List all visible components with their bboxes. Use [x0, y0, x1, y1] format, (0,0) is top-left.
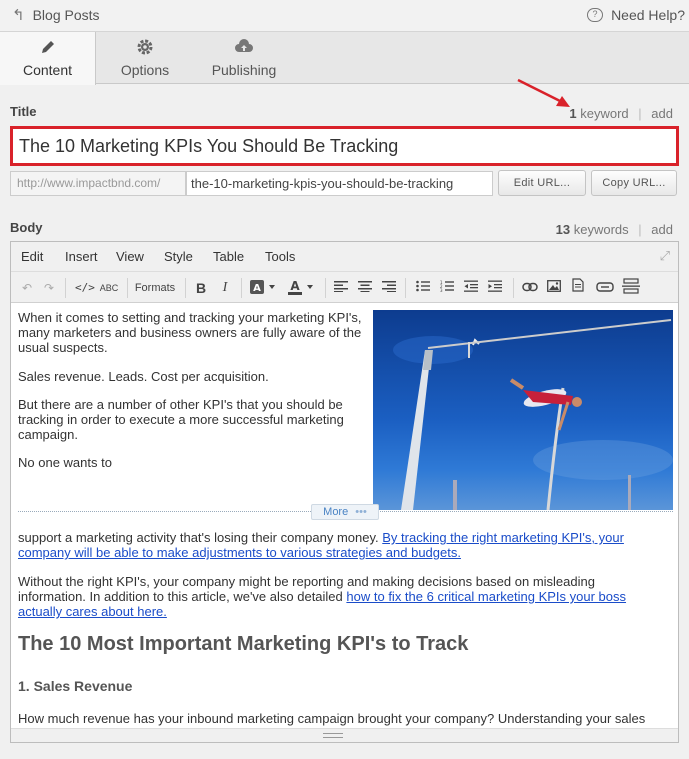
fix-kpis-link[interactable]: how to fix the 6 critical marketing KPIs…	[346, 589, 626, 604]
undo-icon[interactable]: ↶	[19, 278, 35, 298]
outdent-icon[interactable]	[463, 278, 479, 298]
back-to-blog-posts[interactable]: ↰ Blog Posts	[12, 6, 100, 24]
svg-text:A: A	[253, 283, 261, 294]
paragraph-intro: When it comes to setting and tracking yo…	[18, 310, 362, 355]
link-icon[interactable]	[521, 278, 539, 298]
title-keyword-label[interactable]: keyword	[580, 106, 628, 121]
tab-options-label: Options	[120, 62, 170, 78]
url-slug-field[interactable]: the-10-marketing-kpis-you-should-be-trac…	[186, 171, 493, 196]
editor-resize-handle[interactable]	[11, 728, 678, 742]
svg-text:A: A	[290, 279, 300, 293]
edit-url-button[interactable]: Edit URL...	[498, 170, 586, 196]
body-add-keyword[interactable]: add	[651, 222, 673, 237]
body-keyword-label[interactable]: keywords	[574, 222, 629, 237]
background-color-icon[interactable]: A	[249, 278, 279, 298]
redo-icon[interactable]: ↷	[41, 278, 57, 298]
more-dots-icon: •••	[355, 506, 367, 518]
align-left-icon[interactable]	[333, 278, 349, 298]
body-keyword-counter: 13 keywords | add	[555, 222, 673, 237]
chat-question-icon: ?	[587, 8, 604, 22]
heading-sales-revenue: 1. Sales Revenue	[18, 678, 133, 694]
tracking-kpis-link[interactable]: By tracking the right marketing KPI's, y…	[382, 530, 624, 545]
pole-vault-photo[interactable]	[373, 310, 673, 510]
help-label: Need Help?	[611, 7, 685, 23]
editor-content[interactable]: When it comes to setting and tracking yo…	[11, 304, 678, 730]
body-label: Body	[10, 220, 43, 235]
svg-text:3: 3	[440, 288, 443, 292]
rich-text-editor: Edit Insert View Style Table Tools ⤢ ↶ ↷…	[10, 241, 679, 743]
paragraph-no-one: No one wants to	[18, 455, 112, 470]
indent-icon[interactable]	[487, 278, 503, 298]
paragraph-other-kpis: But there are a number of other KPI's th…	[18, 397, 344, 442]
editor-tabs: Content Options Publishing	[0, 32, 689, 85]
image-icon[interactable]	[545, 278, 563, 298]
body-keyword-count: 13	[555, 222, 571, 237]
gear-icon	[96, 38, 194, 62]
back-label: Blog Posts	[32, 7, 100, 23]
top-bar: ↰ Blog Posts ? Need Help?	[0, 0, 689, 32]
menu-table[interactable]: Table	[213, 249, 244, 264]
fullscreen-icon[interactable]: ⤢	[660, 248, 670, 264]
tab-content-label: Content	[22, 62, 73, 78]
need-help-link[interactable]: ? Need Help?	[587, 7, 685, 23]
more-label: More	[323, 506, 349, 518]
editor-toolbar: ↶ ↷ </> ABC Formats B I A A 123	[11, 271, 678, 303]
tab-publishing-label: Publishing	[211, 62, 277, 78]
menu-tools[interactable]: Tools	[265, 249, 295, 264]
menu-style[interactable]: Style	[164, 249, 193, 264]
tab-publishing[interactable]: Publishing	[194, 32, 294, 84]
paragraph-losing-money: support a marketing activity that's losi…	[18, 530, 624, 560]
source-code-icon[interactable]: </>	[75, 278, 95, 298]
copy-url-button[interactable]: Copy URL...	[591, 170, 677, 196]
formats-dropdown[interactable]: Formats	[133, 278, 177, 298]
paragraph-without-kpis: Without the right KPI's, your company mi…	[18, 574, 627, 619]
italic-icon[interactable]: I	[217, 278, 233, 298]
horizontal-rule-icon[interactable]	[621, 278, 641, 298]
editor-menubar: Edit Insert View Style Table Tools ⤢	[11, 242, 678, 271]
align-right-icon[interactable]	[381, 278, 397, 298]
title-keyword-counter: 1 keyword | add	[569, 106, 673, 121]
align-center-icon[interactable]	[357, 278, 373, 298]
title-label: Title	[10, 104, 37, 119]
resize-grip-icon	[323, 733, 343, 738]
heading-top-kpis: The 10 Most Important Marketing KPI's to…	[18, 633, 469, 655]
cta-button-icon[interactable]	[595, 278, 615, 298]
spellcheck-icon[interactable]: ABC	[99, 278, 119, 298]
numbered-list-icon[interactable]: 123	[439, 278, 455, 298]
menu-edit[interactable]: Edit	[21, 249, 43, 264]
bold-icon[interactable]: B	[193, 278, 209, 298]
read-more-marker[interactable]: More •••	[311, 504, 379, 520]
annotation-arrow	[517, 78, 570, 107]
title-add-keyword[interactable]: add	[651, 106, 673, 121]
pencil-icon	[0, 38, 95, 62]
fix-kpis-link-cont[interactable]: actually cares about here.	[18, 604, 167, 619]
menu-insert[interactable]: Insert	[65, 249, 98, 264]
title-highlight-box	[10, 126, 679, 166]
paragraph-sales-revenue: Sales revenue. Leads. Cost per acquisiti…	[18, 369, 269, 384]
title-input[interactable]	[13, 129, 676, 163]
tab-options[interactable]: Options	[96, 32, 194, 84]
menu-view[interactable]: View	[116, 249, 144, 264]
url-prefix: http://www.impactbnd.com/	[10, 171, 186, 196]
bullet-list-icon[interactable]	[415, 278, 431, 298]
back-arrow-icon: ↰	[12, 7, 25, 24]
tracking-kpis-link-cont[interactable]: company will be able to make adjustments…	[18, 545, 461, 560]
cloud-upload-icon	[194, 38, 294, 62]
tab-content[interactable]: Content	[0, 32, 96, 85]
text-color-icon[interactable]: A	[287, 278, 317, 298]
document-icon[interactable]	[569, 278, 587, 298]
paragraph-how-much-revenue: How much revenue has your inbound market…	[18, 711, 646, 726]
